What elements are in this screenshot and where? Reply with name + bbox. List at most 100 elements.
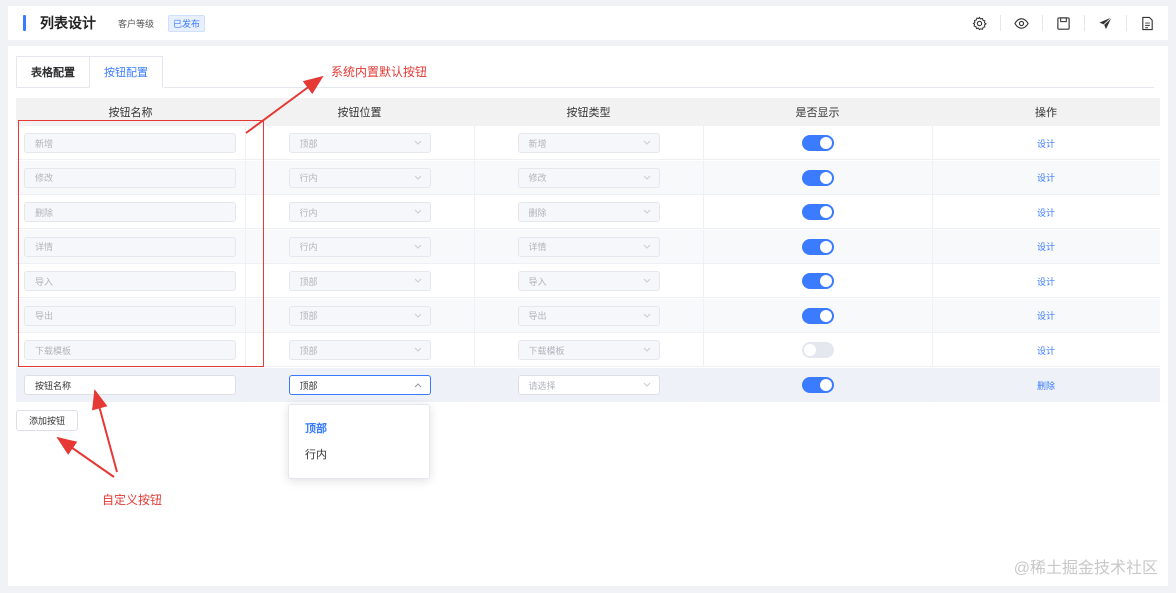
design-link[interactable]: 设计 bbox=[1037, 309, 1055, 322]
config-tabs: 表格配置 按钮配置 bbox=[16, 56, 163, 88]
toolbar bbox=[958, 6, 1168, 40]
column-header-action: 操作 bbox=[1035, 107, 1057, 119]
annotation-default-buttons: 系统内置默认按钮 bbox=[331, 65, 428, 79]
toggle-knob bbox=[819, 275, 832, 287]
settings-button[interactable] bbox=[958, 6, 1000, 40]
dropdown-option-inline[interactable]: 行内 bbox=[289, 441, 429, 467]
column-header-type: 按钮类型 bbox=[566, 107, 611, 119]
button-type-select[interactable]: 请选择 bbox=[517, 375, 660, 395]
type-value: 修改 bbox=[528, 173, 547, 183]
type-value: 下载模板 bbox=[528, 345, 565, 356]
tab-divider bbox=[164, 87, 1154, 88]
toggle-knob bbox=[819, 206, 832, 218]
annotation-box bbox=[18, 120, 264, 367]
position-value: 顶部 bbox=[299, 345, 318, 356]
settings-icon bbox=[972, 16, 987, 30]
dropdown-option-top[interactable]: 顶部 bbox=[289, 415, 429, 441]
position-value: 顶部 bbox=[299, 138, 318, 149]
chevron-down-icon bbox=[414, 278, 421, 283]
chevron-down-icon bbox=[414, 140, 421, 145]
table-row-custom: 按钮名称 顶部 请选择 删除 bbox=[16, 368, 1160, 402]
type-select[interactable]: 新增 bbox=[517, 133, 660, 153]
chevron-down-icon bbox=[643, 140, 650, 145]
type-value: 详情 bbox=[528, 242, 547, 252]
button-name-input[interactable]: 按钮名称 bbox=[24, 375, 236, 395]
page-title: 列表设计 bbox=[40, 15, 96, 31]
annotation-custom-buttons: 自定义按钮 bbox=[102, 493, 163, 507]
toggle-knob bbox=[803, 344, 816, 356]
delete-link[interactable]: 删除 bbox=[1037, 379, 1055, 392]
chevron-down-icon bbox=[414, 244, 421, 249]
design-link[interactable]: 设计 bbox=[1037, 137, 1055, 150]
chevron-up-icon bbox=[414, 383, 421, 388]
type-value: 导出 bbox=[528, 311, 547, 321]
chevron-down-icon bbox=[643, 175, 650, 180]
visible-toggle[interactable] bbox=[801, 273, 834, 289]
type-value: 导入 bbox=[528, 276, 547, 287]
watermark: @稀土掘金技术社区 bbox=[1013, 560, 1158, 577]
visible-toggle[interactable] bbox=[801, 377, 834, 393]
visible-toggle[interactable] bbox=[801, 342, 834, 358]
publish-button[interactable] bbox=[1084, 6, 1126, 40]
position-select[interactable]: 顶部 bbox=[288, 133, 431, 153]
preview-button[interactable] bbox=[1000, 6, 1042, 40]
type-select[interactable]: 下载模板 bbox=[517, 340, 660, 360]
top-bar: 列表设计 客户等级 已发布 bbox=[8, 6, 1168, 40]
type-value: 新增 bbox=[528, 138, 547, 149]
chevron-down-icon bbox=[414, 209, 421, 214]
design-link[interactable]: 设计 bbox=[1037, 344, 1055, 357]
save-icon bbox=[1056, 16, 1070, 30]
page-subtitle: 客户等级 bbox=[118, 18, 155, 29]
position-select[interactable]: 行内 bbox=[288, 236, 431, 257]
position-value: 顶部 bbox=[299, 311, 318, 321]
chevron-down-icon bbox=[414, 175, 421, 180]
type-select[interactable]: 导出 bbox=[517, 305, 660, 326]
position-select[interactable]: 行内 bbox=[288, 202, 431, 222]
document-button[interactable] bbox=[1126, 6, 1168, 40]
chevron-down-icon bbox=[643, 313, 650, 318]
toggle-knob bbox=[819, 137, 832, 149]
position-value: 行内 bbox=[299, 242, 318, 252]
type-select[interactable]: 详情 bbox=[517, 236, 660, 257]
design-link[interactable]: 设计 bbox=[1037, 275, 1055, 288]
visible-toggle[interactable] bbox=[801, 307, 834, 324]
position-select[interactable]: 行内 bbox=[288, 167, 431, 188]
chevron-down-icon bbox=[643, 347, 650, 352]
toggle-knob bbox=[819, 309, 832, 322]
chevron-down-icon bbox=[643, 209, 650, 214]
chevron-down-icon bbox=[414, 347, 421, 352]
visible-toggle[interactable] bbox=[801, 204, 834, 220]
status-badge: 已发布 bbox=[168, 14, 206, 32]
design-link[interactable]: 设计 bbox=[1037, 171, 1055, 184]
toggle-knob bbox=[819, 379, 832, 391]
eye-icon bbox=[1013, 17, 1029, 29]
chevron-down-icon bbox=[643, 244, 650, 249]
title-accent-bar bbox=[23, 15, 26, 31]
visible-toggle[interactable] bbox=[801, 238, 834, 255]
button-position-value: 顶部 bbox=[299, 380, 318, 391]
chevron-down-icon bbox=[643, 278, 650, 283]
save-button[interactable] bbox=[1042, 6, 1084, 40]
design-link[interactable]: 设计 bbox=[1037, 240, 1055, 253]
button-position-select[interactable]: 顶部 bbox=[288, 375, 431, 395]
position-value: 顶部 bbox=[299, 276, 318, 287]
column-header-position: 按钮位置 bbox=[337, 107, 382, 119]
type-select[interactable]: 修改 bbox=[517, 167, 660, 188]
send-icon bbox=[1098, 16, 1112, 29]
position-select[interactable]: 顶部 bbox=[288, 340, 431, 360]
button-type-placeholder: 请选择 bbox=[528, 380, 556, 391]
position-select[interactable]: 顶部 bbox=[288, 271, 431, 291]
toggle-knob bbox=[819, 240, 832, 253]
type-select[interactable]: 删除 bbox=[517, 202, 660, 222]
visible-toggle[interactable] bbox=[801, 169, 834, 186]
tab-button-config[interactable]: 按钮配置 bbox=[89, 56, 163, 88]
design-link[interactable]: 设计 bbox=[1037, 206, 1055, 219]
visible-toggle[interactable] bbox=[801, 135, 834, 151]
add-button-button[interactable]: 添加按钮 bbox=[16, 410, 78, 431]
position-select[interactable]: 顶部 bbox=[288, 305, 431, 326]
tab-table-config[interactable]: 表格配置 bbox=[16, 56, 90, 88]
type-select[interactable]: 导入 bbox=[517, 271, 660, 291]
position-value: 行内 bbox=[299, 207, 318, 218]
column-header-visible: 是否显示 bbox=[795, 107, 840, 119]
document-icon bbox=[1141, 16, 1153, 30]
